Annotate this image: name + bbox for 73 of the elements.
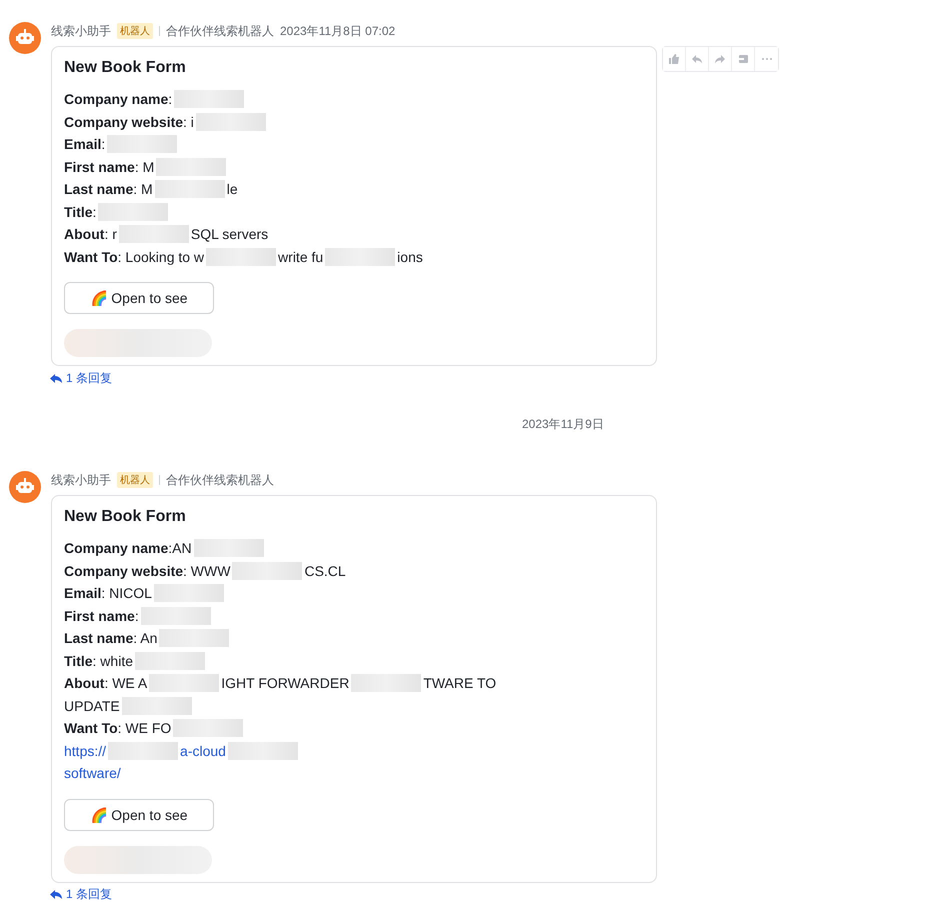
field-text: ions [397, 248, 423, 266]
date-divider: 2023年11月9日 [522, 416, 604, 433]
reply-icon [691, 53, 703, 65]
thumbs-up-icon [668, 53, 680, 65]
forward-icon [714, 53, 726, 65]
redaction-blur [228, 742, 298, 760]
redaction-blur [154, 584, 224, 602]
field-text: Company website: WWW [64, 562, 230, 581]
field-text: Want To: Looking to w [64, 248, 204, 267]
field-text: First name: [64, 606, 139, 626]
field-text: Last name: M [64, 180, 153, 199]
replies-link[interactable]: 1 条回复 [50, 370, 779, 386]
card-title: New Book Form [64, 58, 187, 78]
field-text: SQL servers [190, 225, 268, 244]
attachment-chip[interactable] [64, 329, 212, 357]
reply-icon [50, 372, 62, 384]
field-text: Company website: i [64, 112, 194, 132]
field-text: Company name: [64, 90, 172, 109]
redaction-blur [174, 90, 244, 108]
redaction-blur [107, 135, 178, 154]
field-text: Email: NICOL [64, 584, 152, 603]
field-text: TWARE TO [423, 674, 496, 693]
url-link[interactable]: https:// [64, 740, 106, 762]
toolbar-button[interactable] [663, 47, 686, 71]
redaction-blur [325, 248, 396, 266]
field-text: Email: [64, 135, 106, 154]
redaction-blur [135, 652, 205, 670]
bot-tag: 机器人 [117, 472, 153, 488]
redaction-blur [140, 606, 211, 625]
quote-icon [737, 53, 749, 65]
field-text: Want To: WE FO [64, 719, 172, 738]
redaction-blur [118, 225, 189, 244]
source-name: 合作伙伴线索机器人 [166, 22, 274, 40]
sender-name: 线索小助手 [51, 22, 111, 40]
bot-avatar [9, 471, 41, 503]
field-text: CS.CL [304, 562, 346, 580]
redaction-blur [156, 158, 226, 176]
redaction-blur [206, 248, 276, 266]
open-button[interactable]: 🌈 Open to see [64, 798, 214, 830]
url-link[interactable]: software/ [64, 762, 121, 784]
redaction-blur [122, 696, 192, 715]
field-text: Title: white [64, 652, 133, 670]
message-time: 2023年11月8日 07:02 [280, 22, 396, 40]
redaction-blur [98, 202, 168, 221]
redaction-blur [232, 562, 302, 580]
url-link[interactable]: a-cloud [180, 740, 226, 762]
card-title: New Book Form [64, 507, 187, 527]
bot-avatar [9, 22, 41, 54]
field-text: First name: M [64, 158, 154, 176]
bot-tag: 机器人 [117, 23, 153, 39]
reply-icon [50, 889, 62, 900]
redaction-blur [149, 674, 220, 692]
field-text: About: WE A [64, 674, 148, 693]
field-text: UPDATE [64, 696, 120, 716]
replies-link[interactable]: 1 条回复 [50, 886, 657, 902]
open-button[interactable]: 🌈 Open to see [64, 282, 214, 314]
field-text: Last name: An [64, 629, 158, 648]
redaction-blur [196, 112, 266, 131]
redaction-blur [159, 629, 230, 648]
redaction-blur [351, 674, 422, 692]
redaction-blur [173, 719, 244, 738]
field-text: Company name:AN [64, 539, 192, 558]
source-name: 合作伙伴线索机器人 [166, 472, 274, 488]
field-text: Title: [64, 202, 96, 222]
field-text: IGHT FORWARDER [221, 674, 350, 693]
field-text: About: r [64, 225, 117, 244]
field-text: le [226, 180, 238, 199]
sender-name: 线索小助手 [51, 472, 111, 488]
redaction-blur [194, 539, 264, 558]
field-text: write fu [278, 248, 324, 266]
redaction-blur [108, 742, 178, 760]
redaction-blur [154, 180, 225, 198]
attachment-chip[interactable] [64, 846, 212, 874]
